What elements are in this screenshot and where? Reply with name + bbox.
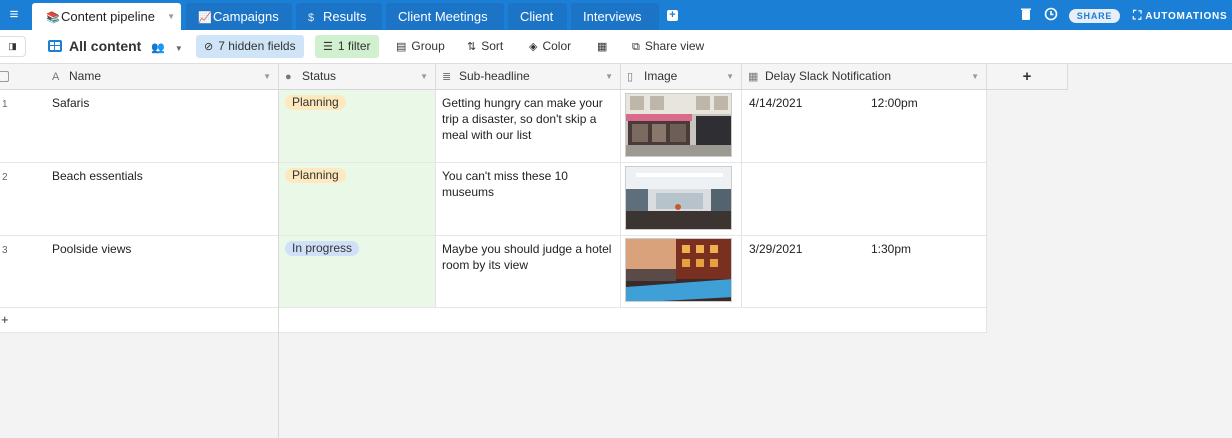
storefront-thumbnail[interactable] bbox=[625, 93, 732, 157]
status-badge: Planning bbox=[285, 168, 346, 183]
automations-icon: ⛶ bbox=[1133, 8, 1143, 22]
view-toolbar: ◨ All content 👥 ▼ ⊘ 7 hidden fields ☰ 1 fi… bbox=[0, 30, 1232, 64]
cell-status[interactable]: Planning bbox=[279, 90, 436, 163]
column-header-name[interactable]: A Name ▼ bbox=[0, 64, 279, 90]
tab-client-meetings[interactable]: Client Meetings bbox=[386, 3, 504, 30]
share-button[interactable]: SHARE bbox=[1069, 9, 1120, 23]
collaborators-icon: 👥 bbox=[151, 42, 165, 54]
column-header-status[interactable]: ● Status ▼ bbox=[279, 64, 436, 90]
external-link-icon: ⧉ bbox=[632, 41, 640, 53]
row-number: 1 bbox=[2, 99, 8, 110]
books-icon: 📚 bbox=[46, 12, 60, 24]
tab-results[interactable]: $ Results bbox=[296, 3, 382, 30]
cell-image[interactable] bbox=[621, 163, 742, 236]
add-field-button[interactable]: + bbox=[987, 64, 1068, 90]
time-value: 12:00pm bbox=[871, 96, 918, 110]
pool-hotel-thumbnail[interactable] bbox=[625, 238, 732, 302]
chevron-down-icon[interactable]: ▼ bbox=[420, 64, 428, 89]
sort-button[interactable]: ⇅ Sort bbox=[467, 35, 503, 58]
top-tab-bar: ≡ 📚Content pipeline ▼ 📈Campaigns $ Result… bbox=[0, 0, 1232, 30]
add-row-button[interactable]: + bbox=[0, 308, 279, 333]
status-badge: In progress bbox=[285, 241, 360, 256]
group-button[interactable]: ▤ Group bbox=[396, 35, 445, 58]
table-row[interactable]: 3 Poolside views bbox=[0, 236, 279, 308]
automations-button[interactable]: ⛶ AUTOMATIONS bbox=[1133, 0, 1228, 30]
column-header-subheadline[interactable]: ≣ Sub-headline ▼ bbox=[436, 64, 621, 90]
column-header-delay-slack-notification[interactable]: ▦ Delay Slack Notification ▼ bbox=[742, 64, 987, 90]
table-row[interactable]: 2 Beach essentials bbox=[0, 163, 279, 236]
row-height-icon[interactable]: ▦ bbox=[597, 35, 612, 58]
chevron-down-icon[interactable]: ▼ bbox=[167, 3, 175, 30]
table-row[interactable]: 1 Safaris bbox=[0, 90, 279, 163]
view-switcher[interactable]: All content 👥 ▼ bbox=[48, 35, 183, 58]
cell-status[interactable]: In progress bbox=[279, 236, 436, 308]
attachment-icon: ▯ bbox=[627, 71, 634, 83]
row-height-icon-glyph: ▦ bbox=[597, 41, 608, 53]
tab-interviews[interactable]: Interviews bbox=[571, 3, 659, 30]
share-view-button[interactable]: ⧉ Share view bbox=[632, 35, 704, 58]
cell-image[interactable] bbox=[621, 90, 742, 163]
plus-icon: + bbox=[1, 312, 9, 327]
cell-delay-slack-notification[interactable] bbox=[742, 163, 987, 236]
text-field-icon: A bbox=[52, 71, 60, 83]
calendar-icon: ▦ bbox=[748, 71, 759, 83]
add-table-icon[interactable]: + bbox=[667, 10, 678, 21]
cell-subheadline[interactable]: Getting hungry can make your trip a disa… bbox=[436, 90, 621, 163]
menu-icon[interactable]: ≡ bbox=[0, 0, 28, 30]
cell-delay-slack-notification[interactable]: 4/14/2021 12:00pm bbox=[742, 90, 987, 163]
paint-bucket-icon: ◈ bbox=[529, 41, 538, 53]
color-button[interactable]: ◈ Color bbox=[529, 35, 571, 58]
column-header-image[interactable]: ▯ Image ▼ bbox=[621, 64, 742, 90]
cell-name[interactable]: Safaris bbox=[52, 95, 89, 111]
trash-icon[interactable] bbox=[1021, 0, 1031, 30]
history-icon[interactable] bbox=[1044, 0, 1058, 30]
filter-icon: ☰ bbox=[323, 41, 333, 53]
grid-view-icon bbox=[48, 40, 62, 52]
chevron-down-icon[interactable]: ▼ bbox=[263, 64, 271, 89]
chart-icon: 📈 bbox=[198, 12, 212, 24]
long-text-icon: ≣ bbox=[442, 71, 452, 83]
sidebar-toggle-icon[interactable]: ◨ bbox=[0, 36, 26, 57]
cell-status[interactable]: Planning bbox=[279, 163, 436, 236]
date-value: 3/29/2021 bbox=[749, 242, 803, 256]
museum-interior-thumbnail[interactable] bbox=[625, 166, 732, 230]
status-badge: Planning bbox=[285, 95, 346, 110]
hidden-fields-button[interactable]: ⊘ 7 hidden fields bbox=[196, 35, 304, 58]
tab-content-pipeline[interactable]: 📚Content pipeline ▼ bbox=[32, 3, 181, 30]
cell-subheadline[interactable]: Maybe you should judge a hotel room by i… bbox=[436, 236, 621, 308]
tab-campaigns[interactable]: 📈Campaigns bbox=[186, 3, 292, 30]
cell-delay-slack-notification[interactable]: 3/29/2021 1:30pm bbox=[742, 236, 987, 308]
dollar-icon: $ bbox=[308, 12, 315, 24]
row-number: 3 bbox=[2, 245, 8, 256]
tab-client[interactable]: Client bbox=[508, 3, 567, 30]
add-row-area[interactable] bbox=[279, 308, 987, 333]
sort-icon: ⇅ bbox=[467, 41, 477, 53]
cell-name[interactable]: Poolside views bbox=[52, 241, 131, 257]
cell-name[interactable]: Beach essentials bbox=[52, 168, 143, 184]
chevron-down-icon: ▼ bbox=[174, 44, 183, 53]
select-all-checkbox[interactable] bbox=[0, 71, 9, 82]
eye-slash-icon: ⊘ bbox=[204, 41, 214, 53]
chevron-down-icon[interactable]: ▼ bbox=[605, 64, 613, 89]
chevron-down-icon[interactable]: ▼ bbox=[971, 64, 979, 89]
group-icon: ▤ bbox=[396, 41, 407, 53]
frozen-column-divider bbox=[278, 90, 279, 438]
row-number: 2 bbox=[2, 172, 8, 183]
date-value: 4/14/2021 bbox=[749, 96, 803, 110]
single-select-icon: ● bbox=[285, 71, 292, 83]
filter-button[interactable]: ☰ 1 filter bbox=[315, 35, 379, 58]
cell-image[interactable] bbox=[621, 236, 742, 308]
chevron-down-icon[interactable]: ▼ bbox=[726, 64, 734, 89]
plus-icon: + bbox=[1022, 68, 1032, 85]
time-value: 1:30pm bbox=[871, 242, 912, 256]
cell-subheadline[interactable]: You can't miss these 10 museums bbox=[436, 163, 621, 236]
